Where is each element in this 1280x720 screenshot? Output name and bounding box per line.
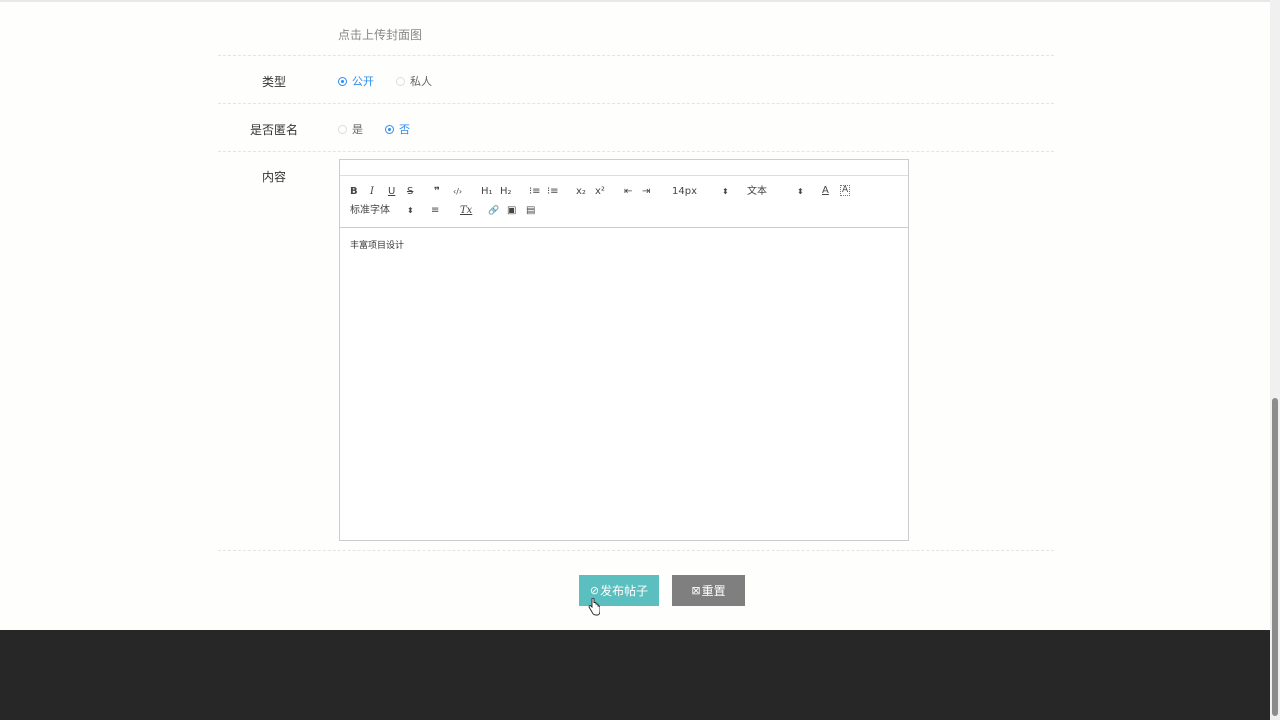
- type-radio-group: 公开 私人: [338, 73, 454, 89]
- editor-content-text: 丰富项目设计: [350, 241, 405, 251]
- cover-upload-field[interactable]: 点击上传封面图: [338, 24, 422, 43]
- align-button[interactable]: ≡: [431, 205, 439, 217]
- font-family-value: 标准字体: [350, 205, 390, 216]
- cover-upload-text[interactable]: 点击上传封面图: [338, 28, 422, 42]
- type-radio-public[interactable]: 公开: [338, 73, 374, 89]
- font-size-select[interactable]: 14px ⬍: [672, 186, 730, 198]
- cover-upload-row: 点击上传封面图: [218, 0, 1054, 56]
- header-select-value: 文本: [747, 186, 767, 197]
- strike-button[interactable]: S: [407, 186, 413, 198]
- content-label: 内容: [261, 170, 286, 184]
- close-square-icon: ⊠: [691, 584, 701, 597]
- header-2-button[interactable]: H₂: [500, 186, 512, 198]
- page-footer: [0, 630, 1270, 720]
- superscript-button[interactable]: x²: [595, 186, 605, 198]
- editor-toolbar: B I U S ❞ ‹/› H₁ H₂ ⁝≡ ⁝≡ x₂ x² ⇤ ⇥ 14px…: [340, 176, 908, 228]
- anonymous-label: 是否匿名: [249, 123, 298, 137]
- reset-button[interactable]: ⊠ 重置: [672, 575, 745, 606]
- editor-top-bar: [340, 160, 908, 176]
- background-color-button[interactable]: A: [840, 185, 851, 196]
- anonymous-row: 是否匿名 是 否: [218, 104, 1054, 152]
- anonymous-radio-yes[interactable]: 是: [338, 121, 363, 137]
- outdent-button[interactable]: ⇤: [624, 186, 632, 198]
- anonymous-radio-group: 是 否: [338, 121, 432, 137]
- link-button[interactable]: 🔗: [488, 205, 499, 217]
- editor-content-area[interactable]: 丰富项目设计: [340, 228, 908, 261]
- subscript-button[interactable]: x₂: [576, 186, 586, 198]
- reset-button-label: 重置: [701, 584, 726, 598]
- select-arrows-icon: ⬍: [407, 206, 414, 215]
- rich-text-editor: B I U S ❞ ‹/› H₁ H₂ ⁝≡ ⁝≡ x₂ x² ⇤ ⇥ 14px…: [339, 159, 909, 541]
- select-arrows-icon: ⬍: [722, 187, 729, 196]
- hand-cursor-icon: [588, 598, 600, 616]
- font-color-button[interactable]: A: [822, 185, 829, 197]
- underline-button[interactable]: U: [388, 186, 395, 198]
- select-arrows-icon: ⬍: [797, 187, 804, 196]
- clean-format-button[interactable]: Tx: [460, 205, 472, 217]
- radio-checked-icon: [385, 124, 394, 134]
- italic-button[interactable]: I: [370, 186, 374, 198]
- check-circle-icon: ⊘: [589, 584, 600, 597]
- bullet-list-button[interactable]: ⁝≡: [547, 186, 559, 198]
- publish-button-label: 发布帖子: [600, 584, 649, 598]
- type-radio-private[interactable]: 私人: [396, 73, 432, 89]
- header-select[interactable]: 文本 ⬍: [747, 186, 805, 198]
- video-button[interactable]: ▤: [526, 205, 535, 217]
- header-1-button[interactable]: H₁: [481, 186, 493, 198]
- ordered-list-button[interactable]: ⁝≡: [529, 186, 541, 198]
- image-button[interactable]: ▣: [507, 205, 516, 217]
- blockquote-button[interactable]: ❞: [434, 186, 440, 198]
- bold-button[interactable]: B: [350, 186, 358, 198]
- code-block-button[interactable]: ‹/›: [453, 186, 462, 198]
- type-label: 类型: [261, 75, 286, 89]
- anonymous-radio-no[interactable]: 否: [385, 121, 410, 137]
- scrollbar-thumb[interactable]: [1272, 398, 1278, 716]
- indent-button[interactable]: ⇥: [642, 186, 650, 198]
- font-family-select[interactable]: 标准字体 ⬍: [350, 205, 416, 217]
- radio-unchecked-icon: [338, 124, 347, 134]
- font-size-value: 14px: [672, 186, 697, 197]
- type-row: 类型 公开 私人: [218, 56, 1054, 104]
- radio-checked-icon: [338, 76, 347, 86]
- radio-unchecked-icon: [396, 76, 405, 86]
